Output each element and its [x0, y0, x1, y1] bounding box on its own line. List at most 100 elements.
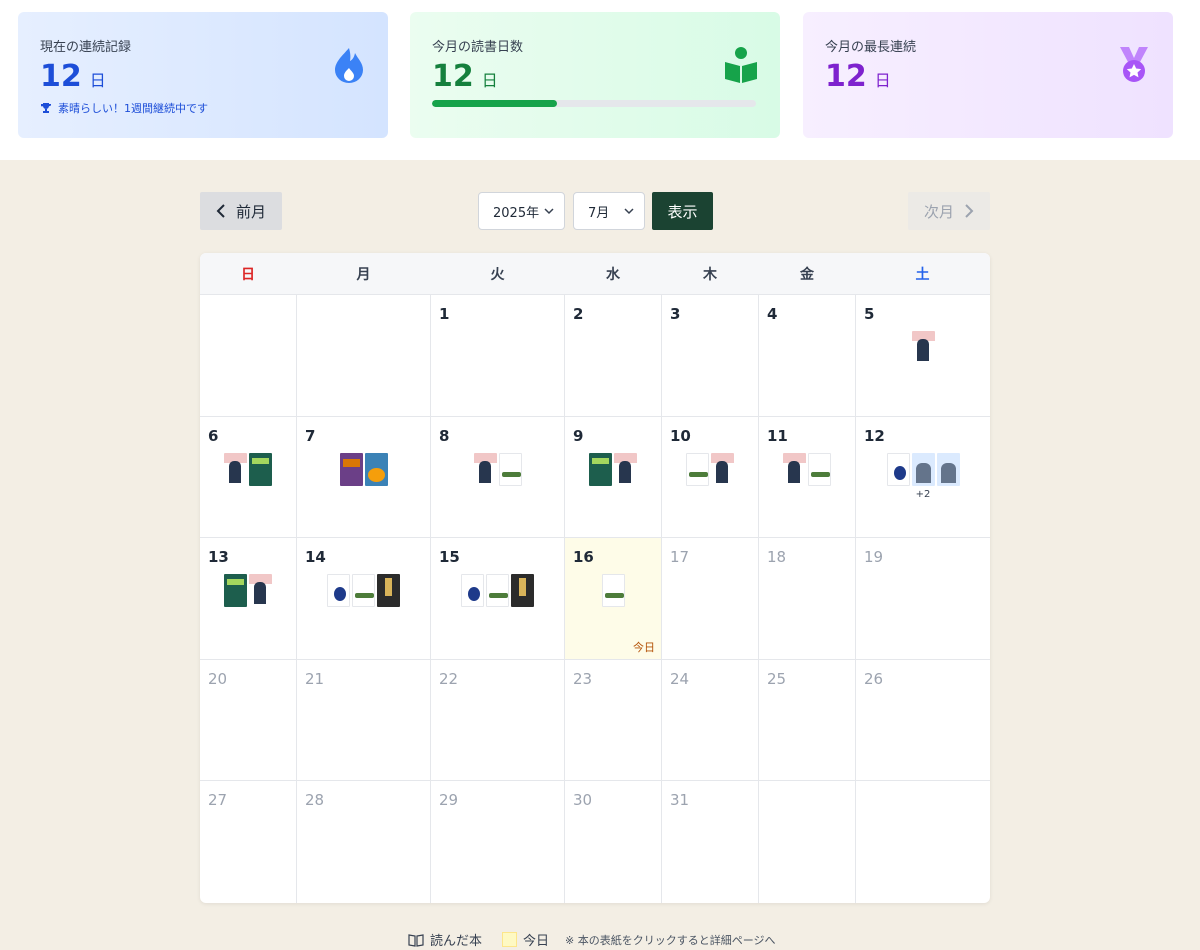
book-cover[interactable] — [601, 574, 625, 608]
day-number: 3 — [670, 305, 681, 323]
open-book-icon — [408, 933, 424, 947]
calendar-day-cell: 16 今日 — [565, 538, 662, 659]
calendar-day-cell: 25 — [759, 659, 856, 781]
calendar-day-cell: 14 — [297, 538, 431, 659]
calendar-day-cell — [759, 781, 856, 903]
prev-month-button[interactable]: 前月 — [200, 192, 282, 230]
book-cover[interactable] — [783, 452, 806, 486]
calendar-day-cell: 17 — [662, 538, 759, 659]
day-number: 26 — [864, 669, 884, 688]
book-covers — [856, 331, 990, 364]
book-covers — [200, 574, 296, 608]
stat-value: 12 日 — [40, 59, 106, 94]
calendar-day-cell: 30 — [565, 781, 662, 903]
calendar-day-cell: 8 — [431, 416, 565, 538]
calendar-day-cell: 11 — [759, 416, 856, 538]
calendar-day-cell: 13 — [200, 538, 297, 659]
reading-progress-bar — [432, 100, 756, 107]
book-cover[interactable] — [352, 574, 375, 608]
calendar-grid: 1 2 3 4 5 6 7 8 9 10 11 12 +2 13 14 15 16 今日 17 18 19 20 21 22 2… — [200, 295, 990, 903]
reader-book-icon — [725, 47, 757, 83]
calendar-day-cell: 29 — [431, 781, 565, 903]
day-number: 1 — [439, 305, 450, 323]
calendar-day-cell: 23 — [565, 659, 662, 781]
book-cover[interactable] — [377, 574, 400, 608]
book-cover[interactable] — [886, 452, 910, 486]
book-cover[interactable] — [249, 452, 272, 486]
calendar-day-cell: 4 — [759, 295, 856, 416]
day-number: 29 — [439, 791, 459, 810]
book-cover[interactable] — [911, 331, 935, 364]
year-select[interactable]: 2025年 — [478, 192, 565, 230]
book-cover[interactable] — [224, 574, 247, 608]
book-cover[interactable] — [486, 574, 509, 608]
monthly-reading-days-card: 今月の読書日数 12 日 — [410, 12, 780, 138]
stat-label: 今月の読書日数 — [432, 40, 524, 55]
book-cover[interactable] — [498, 452, 522, 486]
calendar-day-cell: 21 — [297, 659, 431, 781]
day-number: 13 — [208, 548, 229, 567]
calendar-day-cell: 6 — [200, 416, 297, 538]
month-select[interactable]: 7月 — [573, 192, 645, 230]
calendar-day-cell: 20 — [200, 659, 297, 781]
book-cover[interactable] — [589, 452, 612, 486]
stat-value: 12 日 — [432, 59, 498, 94]
chevron-right-icon — [965, 204, 974, 218]
book-cover[interactable] — [936, 452, 960, 486]
book-cover[interactable] — [911, 452, 935, 486]
book-cover[interactable] — [511, 574, 534, 608]
book-cover[interactable] — [461, 574, 484, 608]
book-cover[interactable] — [249, 574, 272, 608]
calendar-day-cell: 19 — [856, 538, 990, 659]
day-number: 19 — [864, 548, 884, 567]
book-cover[interactable] — [473, 452, 497, 486]
next-month-button[interactable]: 次月 — [908, 192, 990, 230]
today-label: 今日 — [633, 640, 655, 654]
day-number: 14 — [305, 548, 326, 567]
book-cover[interactable] — [686, 452, 709, 486]
book-covers — [856, 452, 990, 486]
calendar-day-cell — [200, 295, 297, 416]
book-cover[interactable] — [711, 452, 734, 486]
book-cover[interactable] — [808, 452, 831, 486]
stat-label: 現在の連続記録 — [40, 40, 132, 55]
legend-read-label: 読んだ本 — [430, 934, 483, 949]
weekday-label: 水 — [606, 266, 620, 283]
medal-icon — [1120, 47, 1148, 82]
calendar-week: 27 28 29 30 31 — [200, 781, 990, 903]
day-number: 15 — [439, 548, 460, 567]
day-number: 16 — [573, 548, 594, 567]
trophy-icon — [41, 103, 51, 113]
weekday-header: 日月火水木金土 — [200, 253, 990, 295]
book-cover[interactable] — [339, 452, 363, 486]
weekday-label: 月 — [356, 266, 371, 283]
book-covers — [565, 574, 661, 608]
day-number: 18 — [767, 548, 787, 567]
day-number: 30 — [573, 791, 593, 810]
calendar-day-cell — [856, 781, 990, 903]
book-cover[interactable] — [224, 452, 247, 486]
day-number: 8 — [439, 426, 450, 445]
day-number: 22 — [439, 669, 459, 688]
day-number: 27 — [208, 791, 228, 810]
calendar-day-cell: 26 — [856, 660, 990, 781]
book-cover[interactable] — [614, 452, 637, 486]
book-cover[interactable] — [364, 452, 388, 486]
show-button[interactable]: 表示 — [652, 192, 713, 230]
day-number: 9 — [573, 426, 584, 445]
more-books-count[interactable]: +2 — [856, 489, 990, 500]
calendar-day-cell: 3 — [662, 295, 759, 416]
calendar-day-cell — [297, 295, 431, 416]
day-number: 12 — [864, 426, 885, 445]
calendar-legend: 読んだ本 今日 ※ 本の表紙をクリックすると詳細ページへ — [408, 930, 776, 949]
book-covers — [662, 452, 758, 486]
calendar-day-cell: 22 — [431, 659, 565, 781]
day-number: 5 — [864, 305, 875, 323]
book-cover[interactable] — [327, 574, 350, 608]
day-number: 4 — [767, 305, 778, 323]
day-number: 20 — [208, 669, 228, 688]
day-number: 25 — [767, 669, 787, 688]
day-number: 2 — [573, 305, 584, 323]
day-number: 24 — [670, 669, 690, 688]
progress-fill — [432, 100, 558, 107]
